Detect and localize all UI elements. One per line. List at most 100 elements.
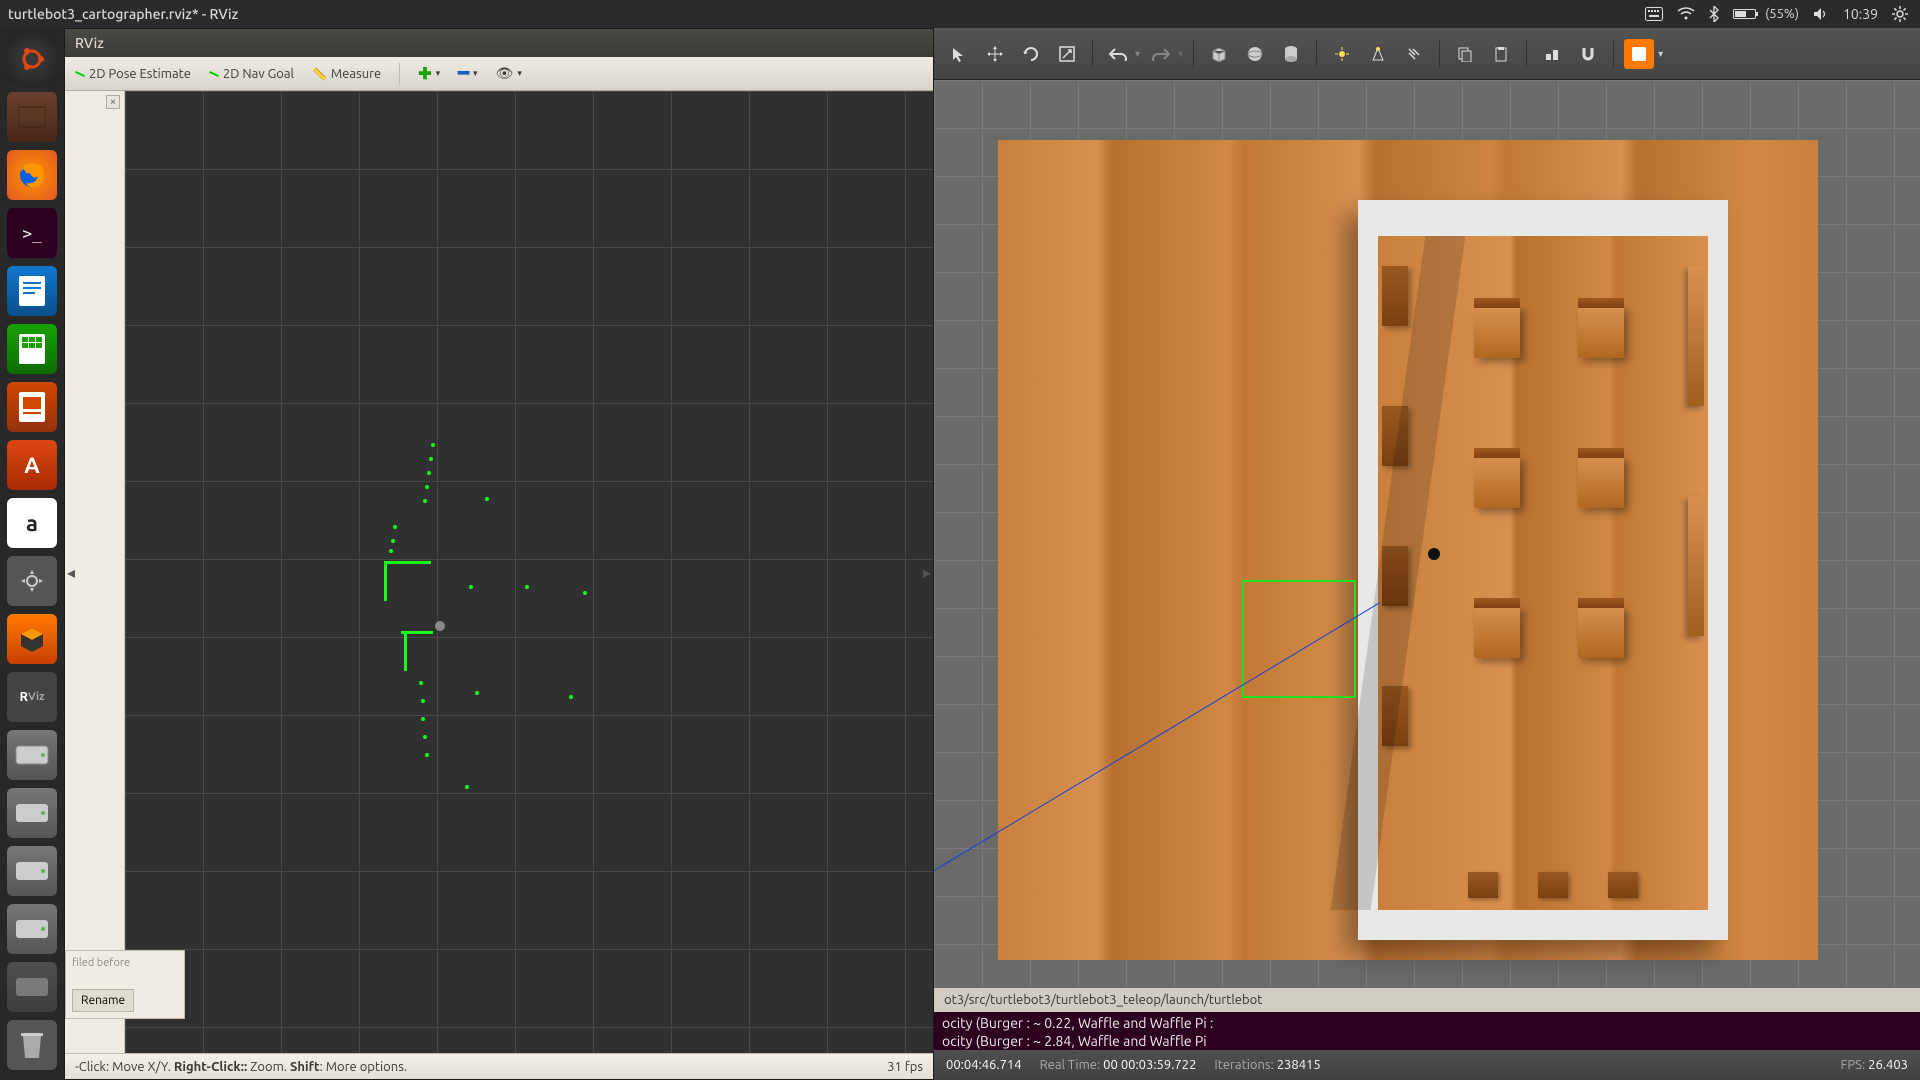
toolbar-separator <box>1439 40 1440 68</box>
laser-scan <box>387 561 431 564</box>
bluetooth-icon[interactable] <box>1709 6 1719 22</box>
terminal-path: ot3/src/turtlebot3/turtlebot3_teleop/lau… <box>944 993 1262 1007</box>
laser-point <box>431 443 435 447</box>
chair-model <box>1578 606 1624 658</box>
launcher-drive-4[interactable] <box>7 904 57 954</box>
rviz-statusbar: -Click: Move X/Y. Right-Click:: Zoom. Sh… <box>65 1053 933 1079</box>
launcher-amazon[interactable]: a <box>7 498 57 548</box>
undo-dropdown-icon[interactable]: ▾ <box>1135 48 1140 60</box>
redo-tool[interactable] <box>1146 39 1176 69</box>
laser-scan <box>404 631 407 671</box>
window-title: turtlebot3_cartographer.rviz* - RViz <box>8 6 238 22</box>
rviz-lower-panel: filed before Rename <box>65 950 185 1019</box>
clock[interactable]: 10:39 <box>1843 6 1878 22</box>
laser-point <box>429 457 433 461</box>
battery-indicator[interactable]: (55%) <box>1733 7 1799 21</box>
gazebo-3d-view[interactable] <box>934 80 1920 1080</box>
real-time-label: Real Time: <box>1040 1058 1101 1072</box>
real-time-value: 00 00:03:59.722 <box>1103 1058 1196 1072</box>
top-menu-bar: turtlebot3_cartographer.rviz* - RViz (55… <box>0 0 1920 28</box>
redo-dropdown-icon[interactable]: ▾ <box>1178 48 1183 60</box>
keyboard-icon[interactable] <box>1645 7 1663 21</box>
undo-tool[interactable] <box>1103 39 1133 69</box>
spot-light-tool[interactable] <box>1363 39 1393 69</box>
cylinder-shape-tool[interactable] <box>1276 39 1306 69</box>
paste-tool[interactable] <box>1486 39 1516 69</box>
snap-tool[interactable] <box>1537 39 1567 69</box>
fps-value: 26.403 <box>1868 1058 1908 1072</box>
fps-counter: 31 fps <box>887 1060 923 1074</box>
laser-point <box>469 585 473 589</box>
rotate-tool[interactable] <box>1016 39 1046 69</box>
scale-tool[interactable] <box>1052 39 1082 69</box>
launcher-drive-2[interactable] <box>7 788 57 838</box>
resize-handle-right[interactable]: ▸ <box>921 552 933 592</box>
terminal-tab[interactable]: ot3/src/turtlebot3/turtlebot3_teleop/lau… <box>934 988 1920 1012</box>
rename-button[interactable]: Rename <box>72 989 134 1012</box>
directional-light-tool[interactable] <box>1399 39 1429 69</box>
box-shape-tool[interactable] <box>1204 39 1234 69</box>
status-hint: -Click: Move X/Y. Right-Click:: Zoom. Sh… <box>75 1060 407 1074</box>
launcher-settings[interactable] <box>7 556 57 606</box>
screenshot-tool[interactable] <box>1624 39 1654 69</box>
resize-handle-left[interactable]: ◂ <box>65 552 77 592</box>
laser-point <box>475 691 479 695</box>
rviz-window: RViz 2D Pose Estimate 2D Nav Goal 📏Measu… <box>64 28 934 1080</box>
volume-icon[interactable] <box>1813 7 1829 21</box>
robot-origin <box>435 621 445 631</box>
laser-point <box>465 785 469 789</box>
tool-2d-pose-estimate[interactable]: 2D Pose Estimate <box>75 67 191 81</box>
tool-measure[interactable]: 📏Measure <box>312 67 381 81</box>
stool-model <box>1538 872 1568 898</box>
chair-model <box>1474 456 1520 508</box>
launcher-writer[interactable] <box>7 266 57 316</box>
gear-icon[interactable] <box>1892 6 1908 22</box>
magnet-tool[interactable] <box>1573 39 1603 69</box>
laser-point <box>525 585 529 589</box>
rviz-titlebar[interactable]: RViz <box>65 29 933 57</box>
tool-add[interactable]: ✚▾ <box>418 64 440 83</box>
launcher-drive-5[interactable] <box>7 962 57 1012</box>
laser-point <box>421 717 425 721</box>
copy-tool[interactable] <box>1450 39 1480 69</box>
selection-box <box>1242 580 1356 698</box>
select-tool[interactable] <box>944 39 974 69</box>
wifi-icon[interactable] <box>1677 7 1695 21</box>
launcher-firefox[interactable] <box>7 150 57 200</box>
launcher-impress[interactable] <box>7 382 57 432</box>
tool-view[interactable]: 👁▾ <box>496 65 522 82</box>
iterations-value: 238415 <box>1277 1058 1321 1072</box>
launcher-files[interactable] <box>7 92 57 142</box>
cabinet-model <box>1688 266 1704 406</box>
toolbar-separator <box>1193 40 1194 68</box>
toolbar-separator <box>1316 40 1317 68</box>
launcher-trash[interactable] <box>7 1020 57 1070</box>
laser-point <box>389 549 393 553</box>
rviz-3d-view[interactable] <box>125 91 933 1053</box>
chair-model <box>1474 606 1520 658</box>
iterations-label: Iterations: <box>1214 1058 1273 1072</box>
gazebo-statusbar: 00:04:46.714 Real Time: 00 00:03:59.722 … <box>934 1050 1920 1080</box>
launcher-drive-1[interactable] <box>7 730 57 780</box>
point-light-tool[interactable] <box>1327 39 1357 69</box>
laser-point <box>425 485 429 489</box>
terminal-line: ocity (Burger : ~ 0.22, Waffle and Waffl… <box>942 1014 1912 1032</box>
chair-model <box>1578 456 1624 508</box>
launcher-terminal[interactable]: >_ <box>7 208 57 258</box>
laser-point <box>393 525 397 529</box>
launcher-rviz[interactable]: RViz <box>7 672 57 722</box>
tool-remove[interactable]: ━▾ <box>458 63 477 84</box>
launcher-gazebo[interactable] <box>7 614 57 664</box>
tool-2d-nav-goal[interactable]: 2D Nav Goal <box>209 67 294 81</box>
translate-tool[interactable] <box>980 39 1010 69</box>
launcher-software-store[interactable]: A <box>7 440 57 490</box>
rviz-title-label: RViz <box>75 35 104 51</box>
screenshot-dropdown-icon[interactable]: ▾ <box>1658 48 1663 60</box>
close-icon[interactable]: × <box>106 95 120 109</box>
launcher-dash[interactable] <box>7 34 57 84</box>
launcher-calc[interactable] <box>7 324 57 374</box>
laser-point <box>569 695 573 699</box>
panel-hint: filed before <box>72 957 178 969</box>
launcher-drive-3[interactable] <box>7 846 57 896</box>
sphere-shape-tool[interactable] <box>1240 39 1270 69</box>
